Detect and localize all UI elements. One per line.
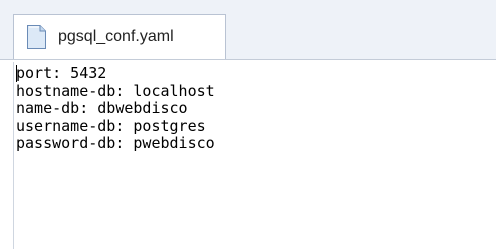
- tab-pgsql-conf[interactable]: pgsql_conf.yaml: [13, 14, 226, 59]
- code-line: username-db: postgres: [16, 116, 206, 135]
- code-line: hostname-db: localhost: [16, 81, 215, 100]
- code-line: port: 5432: [16, 64, 107, 82]
- text-caret: [16, 65, 17, 82]
- document-icon: [26, 24, 47, 50]
- editor-margin-line: [13, 62, 14, 249]
- code-line: name-db: dbwebdisco: [16, 99, 188, 117]
- text-editor[interactable]: port: 5432 hostname-db: localhost name-d…: [0, 59, 496, 249]
- tab-bar: pgsql_conf.yaml: [0, 0, 496, 59]
- tab-label: pgsql_conf.yaml: [58, 28, 174, 45]
- code-line: password-db: pwebdisco: [16, 134, 215, 152]
- code-area[interactable]: port: 5432 hostname-db: localhost name-d…: [16, 64, 215, 153]
